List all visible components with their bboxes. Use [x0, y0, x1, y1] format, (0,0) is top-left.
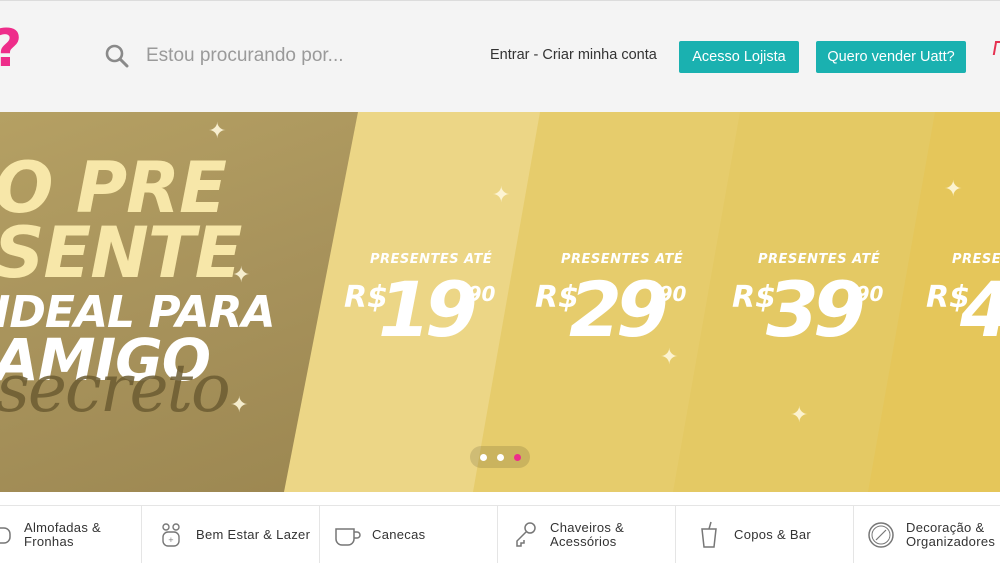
promo-banner[interactable]: O PRE SENTE IDEAL PARA AMIGO secreto ✦ ✦…: [0, 112, 1000, 492]
sparkle-icon: ✦: [232, 262, 251, 287]
site-header: ? Entrar - Criar minha conta Acesso Loji…: [0, 0, 1000, 112]
carousel-indicators: [470, 446, 530, 468]
category-chaveiros[interactable]: Chaveiros & Acessórios: [498, 506, 676, 563]
price-value: 39: [766, 265, 866, 354]
wellness-icon: +: [156, 520, 186, 550]
category-almofadas[interactable]: Almofadas & Fronhas: [0, 506, 142, 563]
search-bar: [104, 37, 444, 75]
category-bem-estar[interactable]: + Bem Estar & Lazer: [142, 506, 320, 563]
sparkle-icon: ✦: [790, 402, 809, 427]
category-label: Decoração & Organizadores: [906, 520, 996, 549]
category-label: Bem Estar & Lazer: [196, 527, 311, 543]
carousel-dot-1[interactable]: [479, 453, 487, 461]
category-canecas[interactable]: Canecas: [320, 506, 498, 563]
sparkle-icon: ✦: [492, 182, 511, 207]
svg-text:+: +: [168, 536, 174, 544]
category-label: Canecas: [372, 527, 426, 543]
price-cents: ,90: [848, 282, 884, 306]
category-decoracao[interactable]: Decoração & Organizadores: [854, 506, 1000, 563]
sparkle-icon: ✦: [230, 392, 249, 417]
price-cents: ,90: [651, 282, 687, 306]
search-icon[interactable]: [104, 43, 130, 69]
cup-icon: [694, 520, 724, 550]
sparkle-icon: ✦: [208, 118, 227, 143]
price-value: 4: [960, 272, 1000, 348]
category-bar: Almofadas & Fronhas + Bem Estar & Lazer …: [0, 505, 1000, 563]
category-label: Copos & Bar: [734, 527, 812, 543]
mug-icon: [332, 520, 362, 550]
sparkle-icon: ✦: [944, 176, 963, 201]
cart-icon[interactable]: [992, 41, 1000, 55]
price-value: 29: [569, 265, 669, 354]
pillow-icon: [0, 520, 14, 550]
price-value: 19: [378, 265, 478, 354]
price-cents: ,90: [460, 282, 496, 306]
carousel-dot-2[interactable]: [496, 453, 504, 461]
search-input[interactable]: [146, 45, 436, 67]
decoration-icon: [866, 520, 896, 550]
promo-script-text: secreto: [0, 350, 231, 427]
category-copos[interactable]: Copos & Bar: [676, 506, 854, 563]
category-label: Chaveiros & Acessórios: [550, 520, 625, 549]
carousel-dot-3[interactable]: [513, 453, 521, 461]
login-signup-link[interactable]: Entrar - Criar minha conta: [490, 47, 657, 63]
page: ? Entrar - Criar minha conta Acesso Loji…: [0, 0, 1000, 563]
brand-logo[interactable]: ?: [0, 23, 22, 75]
sell-uatt-button[interactable]: Quero vender Uatt?: [816, 41, 966, 73]
keychain-icon: [510, 520, 540, 550]
retailer-access-button[interactable]: Acesso Lojista: [679, 41, 799, 73]
category-label: Almofadas & Fronhas: [24, 520, 102, 549]
